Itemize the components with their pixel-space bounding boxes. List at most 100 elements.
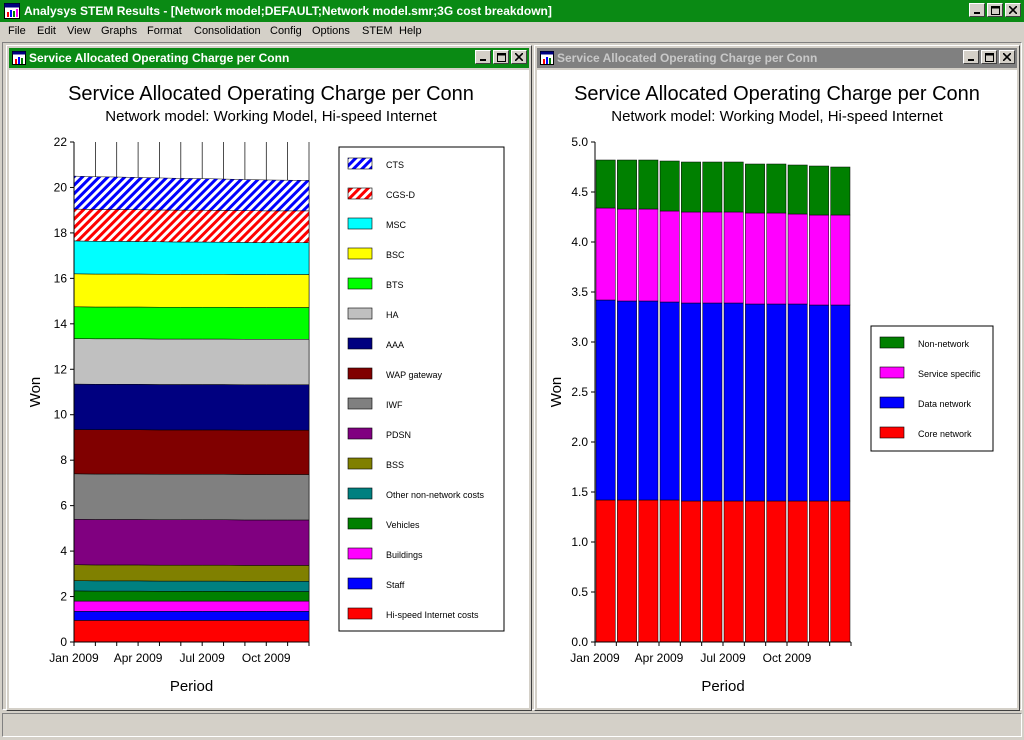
legend-label-service-specific: Service specific <box>918 369 981 379</box>
minimize-button[interactable] <box>963 50 979 64</box>
chart-icon <box>12 51 26 65</box>
x-tick-label: Oct 2009 <box>242 651 291 665</box>
close-button[interactable] <box>999 50 1015 64</box>
menu-help[interactable]: Help <box>399 25 422 37</box>
close-icon <box>515 53 523 61</box>
legend-swatch-pdsn <box>347 427 373 440</box>
bar-data-network <box>638 300 659 501</box>
y-tick-label: 4.0 <box>571 235 588 249</box>
area-series-bsc <box>73 273 310 308</box>
y-tick-label: 2.0 <box>571 435 588 449</box>
chart-area-right: Service Allocated Operating Charge per C… <box>537 70 1017 708</box>
y-axis-label: Won <box>548 377 565 408</box>
menu-file[interactable]: File <box>8 25 26 37</box>
menu-consolidation[interactable]: Consolidation <box>194 25 261 37</box>
legend-label-msc: MSC <box>386 220 407 230</box>
chart-window-left-title-bar[interactable]: Service Allocated Operating Charge per C… <box>9 48 529 68</box>
chart-window-right[interactable]: Service Allocated Operating Charge per C… <box>534 45 1020 711</box>
legend-swatch-buildings <box>347 547 373 560</box>
legend-swatch-iwf <box>347 397 373 410</box>
maximize-icon <box>984 52 994 62</box>
bar-core-network <box>617 499 637 643</box>
bar-data-network <box>659 301 680 501</box>
minimize-button[interactable] <box>969 3 985 17</box>
legend-swatch-cgs-d <box>347 187 373 200</box>
legend-swatch-non-network <box>879 336 905 349</box>
bar-core-network <box>638 499 659 643</box>
legend-swatch-staff <box>347 577 373 590</box>
app-window-controls <box>969 3 1021 17</box>
legend-swatch-bts <box>347 277 373 290</box>
bar-service-specific <box>617 208 637 302</box>
legend-label-cts: CTS <box>386 160 404 170</box>
menu-format[interactable]: Format <box>147 25 182 37</box>
close-button[interactable] <box>511 50 527 64</box>
bar-core-network <box>659 499 680 643</box>
legend-swatch-vehicles <box>347 517 373 530</box>
legend-label-hi-speed-internet-costs: Hi-speed Internet costs <box>386 610 479 620</box>
bar-core-network <box>595 499 616 643</box>
y-tick-label: 18 <box>54 226 68 240</box>
menu-view[interactable]: View <box>67 25 91 37</box>
close-button[interactable] <box>1005 3 1021 17</box>
x-tick-label: Apr 2009 <box>114 651 163 665</box>
bar-non-network <box>659 160 680 212</box>
legend-label-aaa: AAA <box>386 340 404 350</box>
menu-edit[interactable]: Edit <box>37 25 56 37</box>
bar-service-specific <box>745 212 765 305</box>
bar-service-specific <box>787 213 808 305</box>
y-tick-label: 10 <box>54 408 68 422</box>
bar-non-network <box>787 164 808 215</box>
area-series-pdsn <box>73 519 310 566</box>
legend-swatch-cts <box>347 157 373 170</box>
maximize-button[interactable] <box>493 50 509 64</box>
area-series-hi-speed-internet-costs <box>73 620 310 643</box>
menu-stem[interactable]: STEM <box>362 25 393 37</box>
bar-service-specific <box>681 211 701 304</box>
chart-title: Service Allocated Operating Charge per C… <box>68 83 474 105</box>
minimize-button[interactable] <box>475 50 491 64</box>
legend-swatch-aaa <box>347 337 373 350</box>
bar-non-network <box>830 166 851 216</box>
bar-core-network <box>830 500 851 643</box>
y-tick-label: 0 <box>60 635 67 649</box>
bar-non-network <box>723 161 744 213</box>
chart-window-right-title-bar[interactable]: Service Allocated Operating Charge per C… <box>537 48 1017 68</box>
legend-label-non-network: Non-network <box>918 339 970 349</box>
bar-non-network <box>809 165 829 216</box>
maximize-button[interactable] <box>981 50 997 64</box>
legend-label-vehicles: Vehicles <box>386 520 420 530</box>
y-tick-label: 8 <box>60 453 67 467</box>
close-icon <box>1009 6 1017 14</box>
restore-button[interactable] <box>987 3 1003 17</box>
bar-data-network <box>723 302 744 502</box>
y-axis-label: Won <box>27 377 44 408</box>
minimize-icon <box>968 58 974 61</box>
y-tick-label: 5.0 <box>571 135 588 149</box>
y-tick-label: 22 <box>54 135 68 149</box>
legend-label-data-network: Data network <box>918 399 972 409</box>
menu-options[interactable]: Options <box>312 25 350 37</box>
chart-subtitle: Network model: Working Model, Hi-speed I… <box>611 108 943 125</box>
legend-label-core-network: Core network <box>918 429 972 439</box>
y-tick-label: 12 <box>54 362 68 376</box>
legend-label-bts: BTS <box>386 280 404 290</box>
x-tick-label: Oct 2009 <box>763 651 812 665</box>
y-tick-label: 1.0 <box>571 535 588 549</box>
bar-core-network <box>809 500 829 643</box>
legend-swatch-service-specific <box>879 366 905 379</box>
bar-non-network <box>702 161 723 213</box>
legend-swatch-wap-gateway <box>347 367 373 380</box>
menu-graphs[interactable]: Graphs <box>101 25 137 37</box>
y-tick-label: 4.5 <box>571 185 588 199</box>
y-tick-label: 0.0 <box>571 635 588 649</box>
bar-data-network <box>702 302 723 502</box>
app-title-bar[interactable]: Analysys STEM Results - [Network model;D… <box>0 0 1024 22</box>
chart-window-right-controls <box>963 50 1015 64</box>
y-tick-label: 2.5 <box>571 385 588 399</box>
stacked-area-chart: Service Allocated Operating Charge per C… <box>27 83 505 695</box>
chart-window-left[interactable]: Service Allocated Operating Charge per C… <box>6 45 532 711</box>
chart-title: Service Allocated Operating Charge per C… <box>574 83 980 105</box>
x-tick-label: Jan 2009 <box>49 651 99 665</box>
menu-config[interactable]: Config <box>270 25 302 37</box>
